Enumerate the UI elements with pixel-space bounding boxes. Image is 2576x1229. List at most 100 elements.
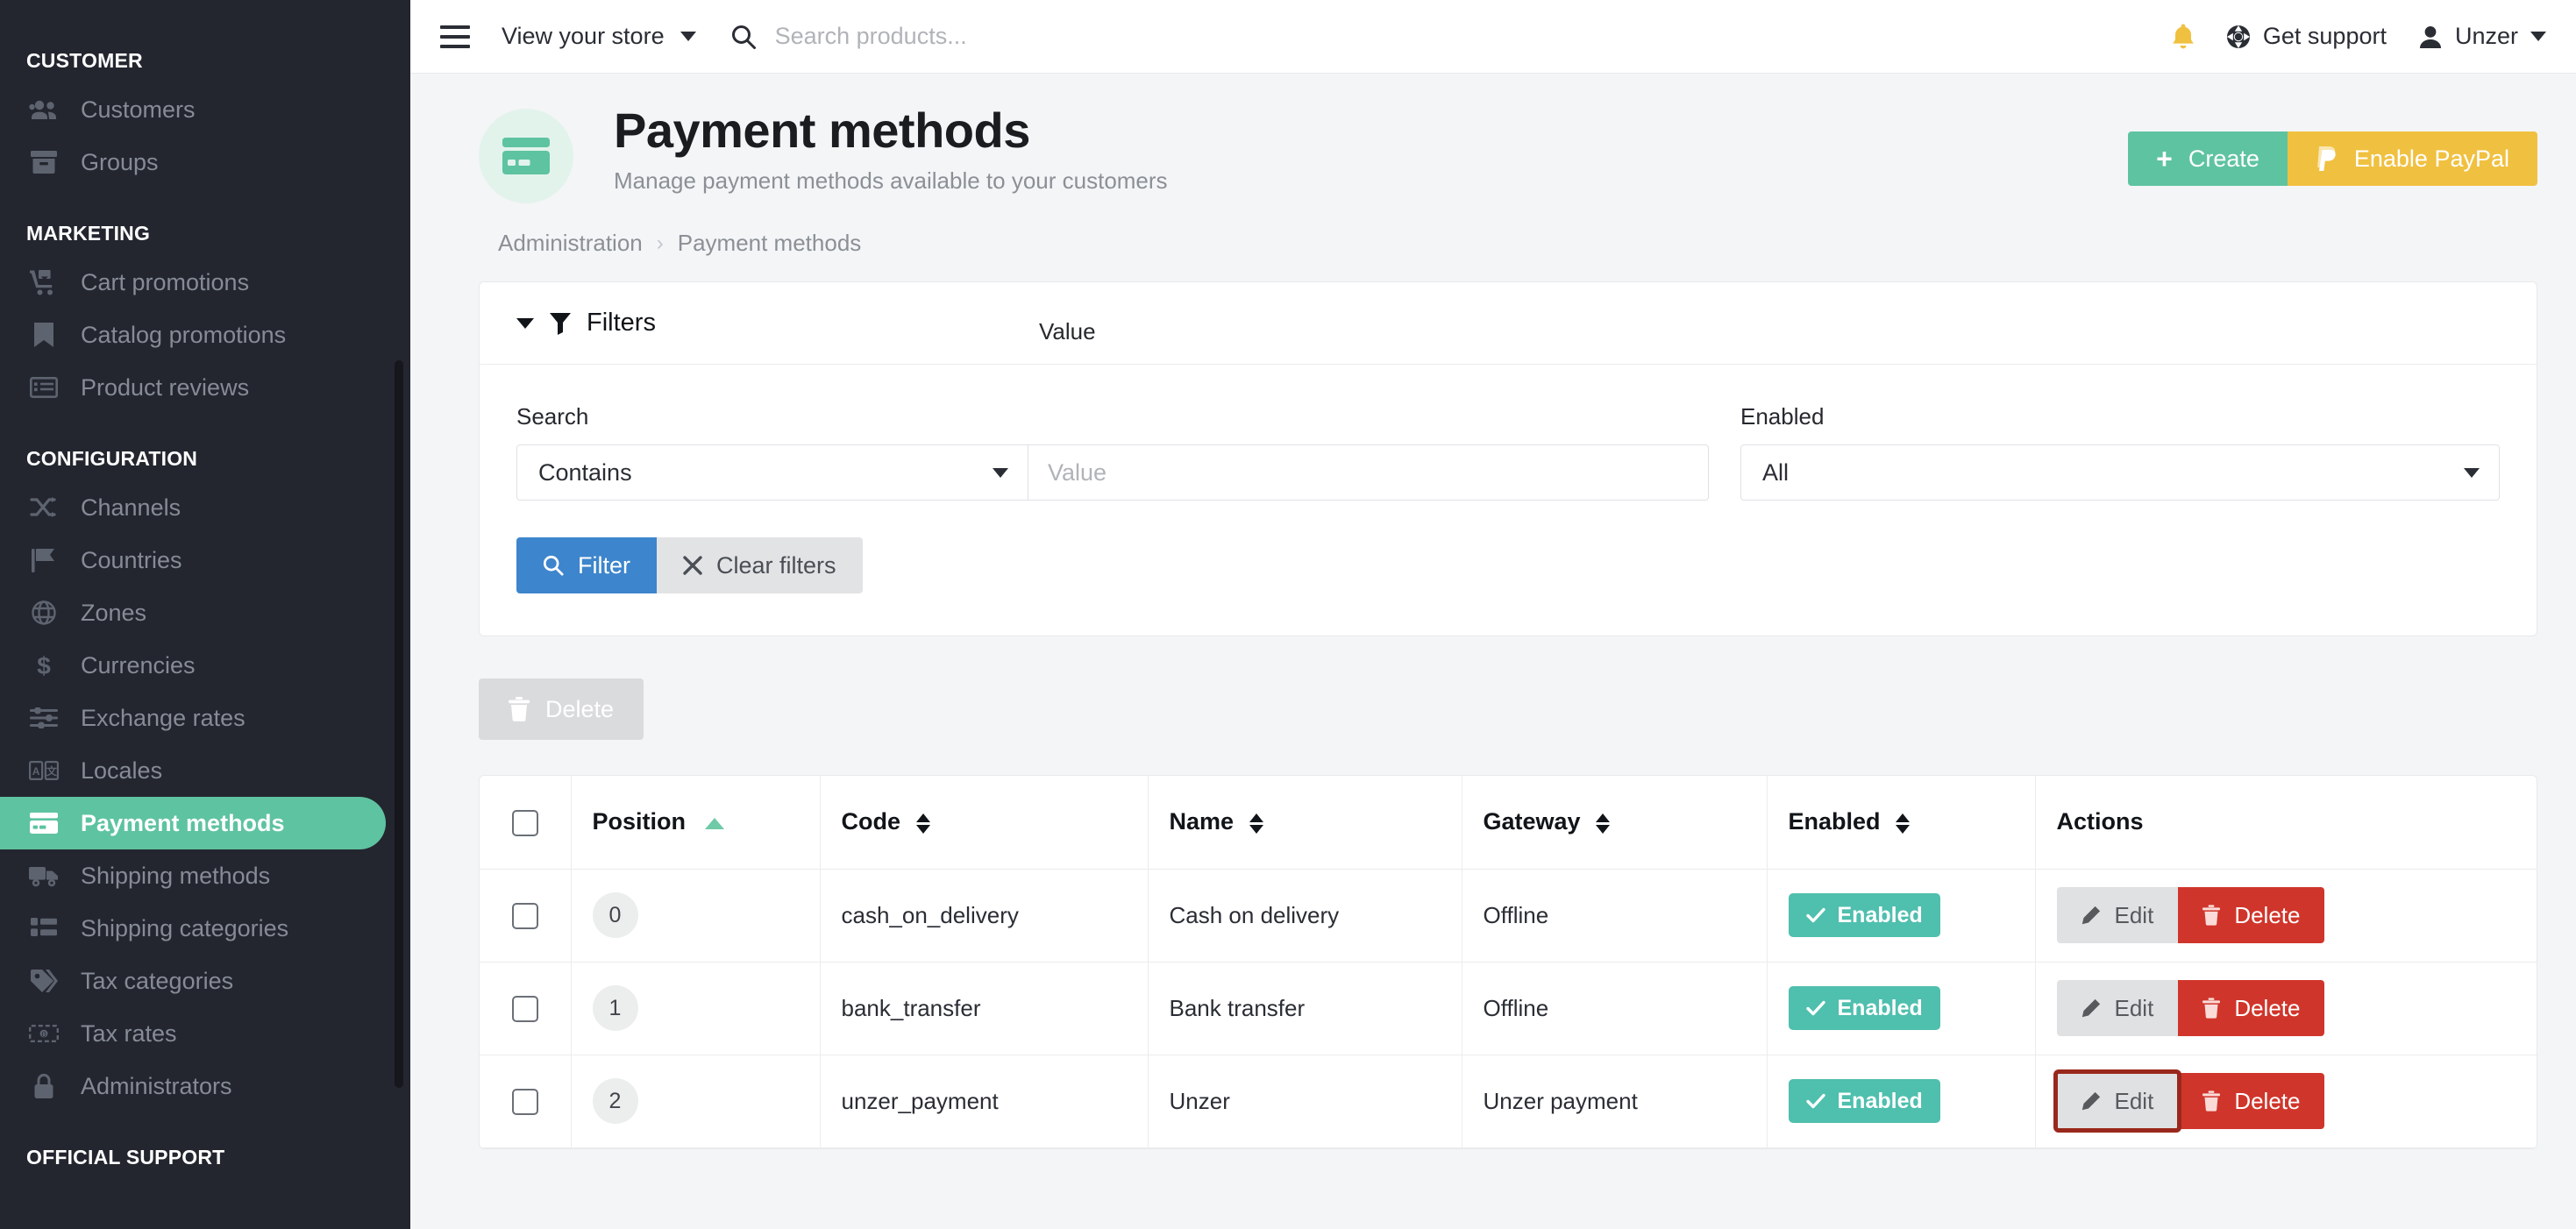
column-header-code[interactable]: Code xyxy=(820,776,1149,870)
clear-filters-label: Clear filters xyxy=(716,551,836,579)
sort-icon xyxy=(1596,813,1611,834)
delete-button[interactable]: Delete xyxy=(2178,1073,2325,1129)
column-header-gateway[interactable]: Gateway xyxy=(1462,776,1768,870)
credit-card-icon xyxy=(479,109,573,203)
row-select-cell xyxy=(480,869,572,963)
menu-toggle-icon[interactable] xyxy=(440,25,470,48)
filter-button-label: Filter xyxy=(578,551,630,579)
user-name-label: Unzer xyxy=(2454,23,2518,49)
sidebar-section-customer: CUSTOMER xyxy=(26,49,143,72)
sidebar-item-tax-categories[interactable]: Tax categories xyxy=(0,955,386,1007)
sidebar-item-shipping-categories[interactable]: Shipping categories xyxy=(0,902,386,955)
sidebar-item-tax-rates[interactable]: 0 Tax rates xyxy=(0,1007,386,1060)
payment-methods-table: Position Code Name Gateway Enabled Actio… xyxy=(480,776,2537,1148)
edit-button[interactable]: Edit xyxy=(2056,980,2179,1036)
delete-button-label: Delete xyxy=(2234,1087,2301,1114)
column-header-name[interactable]: Name xyxy=(1148,776,1462,870)
edit-button-label: Edit xyxy=(2114,1087,2154,1114)
filters-toggle[interactable]: Filters xyxy=(480,282,2537,365)
delete-button-label: Delete xyxy=(2234,901,2301,928)
sidebar-item-zones[interactable]: Zones xyxy=(0,586,386,639)
edit-button-label: Edit xyxy=(2114,901,2154,928)
sidebar-item-label: Channels xyxy=(81,494,181,521)
search-operator-value: Contains xyxy=(538,458,632,486)
filter-value-input[interactable] xyxy=(1028,444,1709,501)
trash-icon xyxy=(2202,905,2221,926)
create-button[interactable]: + Create xyxy=(2128,131,2288,186)
filter-button[interactable]: Filter xyxy=(516,537,657,593)
delete-button[interactable]: Delete xyxy=(2178,980,2325,1036)
status-badge: Enabled xyxy=(1788,986,1940,1030)
enable-paypal-button[interactable]: Enable PayPal xyxy=(2287,131,2537,186)
sidebar-item-cart-promotions[interactable]: Cart promotions xyxy=(0,256,386,309)
edit-button[interactable]: Edit xyxy=(2053,1069,2182,1133)
delete-button[interactable]: Delete xyxy=(2178,887,2325,943)
column-header-position[interactable]: Position xyxy=(571,776,821,870)
svg-text:A: A xyxy=(32,765,40,778)
sidebar-item-countries[interactable]: Countries xyxy=(0,534,386,586)
sidebar-scrollbar[interactable] xyxy=(395,49,403,1229)
column-header-actions: Actions xyxy=(2035,776,2537,870)
breadcrumb: Administration › Payment methods xyxy=(479,230,2537,257)
view-your-store-dropdown[interactable]: View your store xyxy=(502,23,696,50)
sidebar-item-groups[interactable]: Groups xyxy=(0,136,386,188)
notifications-bell-icon[interactable] xyxy=(2172,24,2195,50)
sidebar-item-customers[interactable]: Customers xyxy=(0,83,386,136)
lock-icon xyxy=(26,1071,61,1101)
edit-button-label: Edit xyxy=(2114,994,2154,1021)
page-body: Payment methods Manage payment methods a… xyxy=(410,74,2576,1229)
filter-enabled-select[interactable]: All xyxy=(1740,444,2500,501)
column-header-enabled[interactable]: Enabled xyxy=(1767,776,2036,870)
sidebar-item-label: Payment methods xyxy=(81,809,285,836)
sidebar-item-label: Cart promotions xyxy=(81,268,250,295)
sidebar-item-label: Tax categories xyxy=(81,967,234,994)
edit-button[interactable]: Edit xyxy=(2056,887,2179,943)
search-operator-select[interactable]: Contains xyxy=(516,444,1028,501)
search-input[interactable] xyxy=(774,23,1178,50)
sidebar-item-payment-methods[interactable]: Payment methods xyxy=(0,797,386,849)
language-icon: A 文 xyxy=(26,756,61,785)
sidebar-item-catalog-promotions[interactable]: Catalog promotions xyxy=(0,309,386,361)
select-all-checkbox[interactable] xyxy=(511,809,538,836)
cell-name: Cash on delivery xyxy=(1148,869,1462,963)
pencil-icon xyxy=(2081,998,2101,1018)
row-checkbox[interactable] xyxy=(511,996,538,1023)
bookmark-icon xyxy=(26,320,61,350)
filter-enabled-label: Enabled xyxy=(1740,403,1825,430)
table-row: 2 unzer_payment Unzer Unzer payment Enab… xyxy=(480,1055,2537,1148)
clear-filters-button[interactable]: Clear filters xyxy=(657,537,863,593)
cell-code: unzer_payment xyxy=(820,1055,1149,1148)
breadcrumb-administration[interactable]: Administration xyxy=(498,230,643,257)
sidebar-item-product-reviews[interactable]: Product reviews xyxy=(0,361,386,414)
row-checkbox[interactable] xyxy=(511,1089,538,1116)
filter-buttons: Filter Clear filters xyxy=(516,537,2500,593)
cell-name: Bank transfer xyxy=(1148,962,1462,1055)
bulk-delete-button[interactable]: Delete xyxy=(479,678,644,740)
view-your-store-label: View your store xyxy=(502,23,665,49)
chevron-down-icon xyxy=(2530,32,2546,41)
sidebar-item-locales[interactable]: A 文 Locales xyxy=(0,744,386,797)
sidebar-item-shipping-methods[interactable]: Shipping methods xyxy=(0,849,386,902)
close-icon xyxy=(683,556,702,575)
cell-gateway: Unzer payment xyxy=(1462,1055,1768,1148)
get-support-button[interactable]: Get support xyxy=(2226,23,2387,50)
sidebar-scrollbar-thumb[interactable] xyxy=(395,360,403,1088)
user-menu[interactable]: Unzer xyxy=(2418,23,2546,50)
enable-paypal-label: Enable PayPal xyxy=(2353,145,2509,172)
page-header: Payment methods Manage payment methods a… xyxy=(479,103,2537,203)
sidebar-item-exchange-rates[interactable]: Exchange rates xyxy=(0,692,386,744)
select-all-header xyxy=(480,776,572,870)
sidebar-section-official-support: OFFICIAL SUPPORT xyxy=(26,1146,225,1169)
sidebar-item-administrators[interactable]: Administrators xyxy=(0,1060,386,1112)
cell-code: cash_on_delivery xyxy=(820,869,1149,963)
pencil-icon xyxy=(2081,1091,2101,1111)
sidebar-item-label: Shipping categories xyxy=(81,914,289,941)
column-header-label: Actions xyxy=(2056,808,2144,835)
sidebar-item-channels[interactable]: Channels xyxy=(0,481,386,534)
sidebar-item-label: Tax rates xyxy=(81,1019,177,1047)
status-badge-label: Enabled xyxy=(1837,902,1923,927)
sidebar-item-currencies[interactable]: $ Currencies xyxy=(0,639,386,692)
column-header-label: Enabled xyxy=(1788,808,1881,835)
archive-icon xyxy=(26,147,61,177)
row-checkbox[interactable] xyxy=(511,903,538,930)
